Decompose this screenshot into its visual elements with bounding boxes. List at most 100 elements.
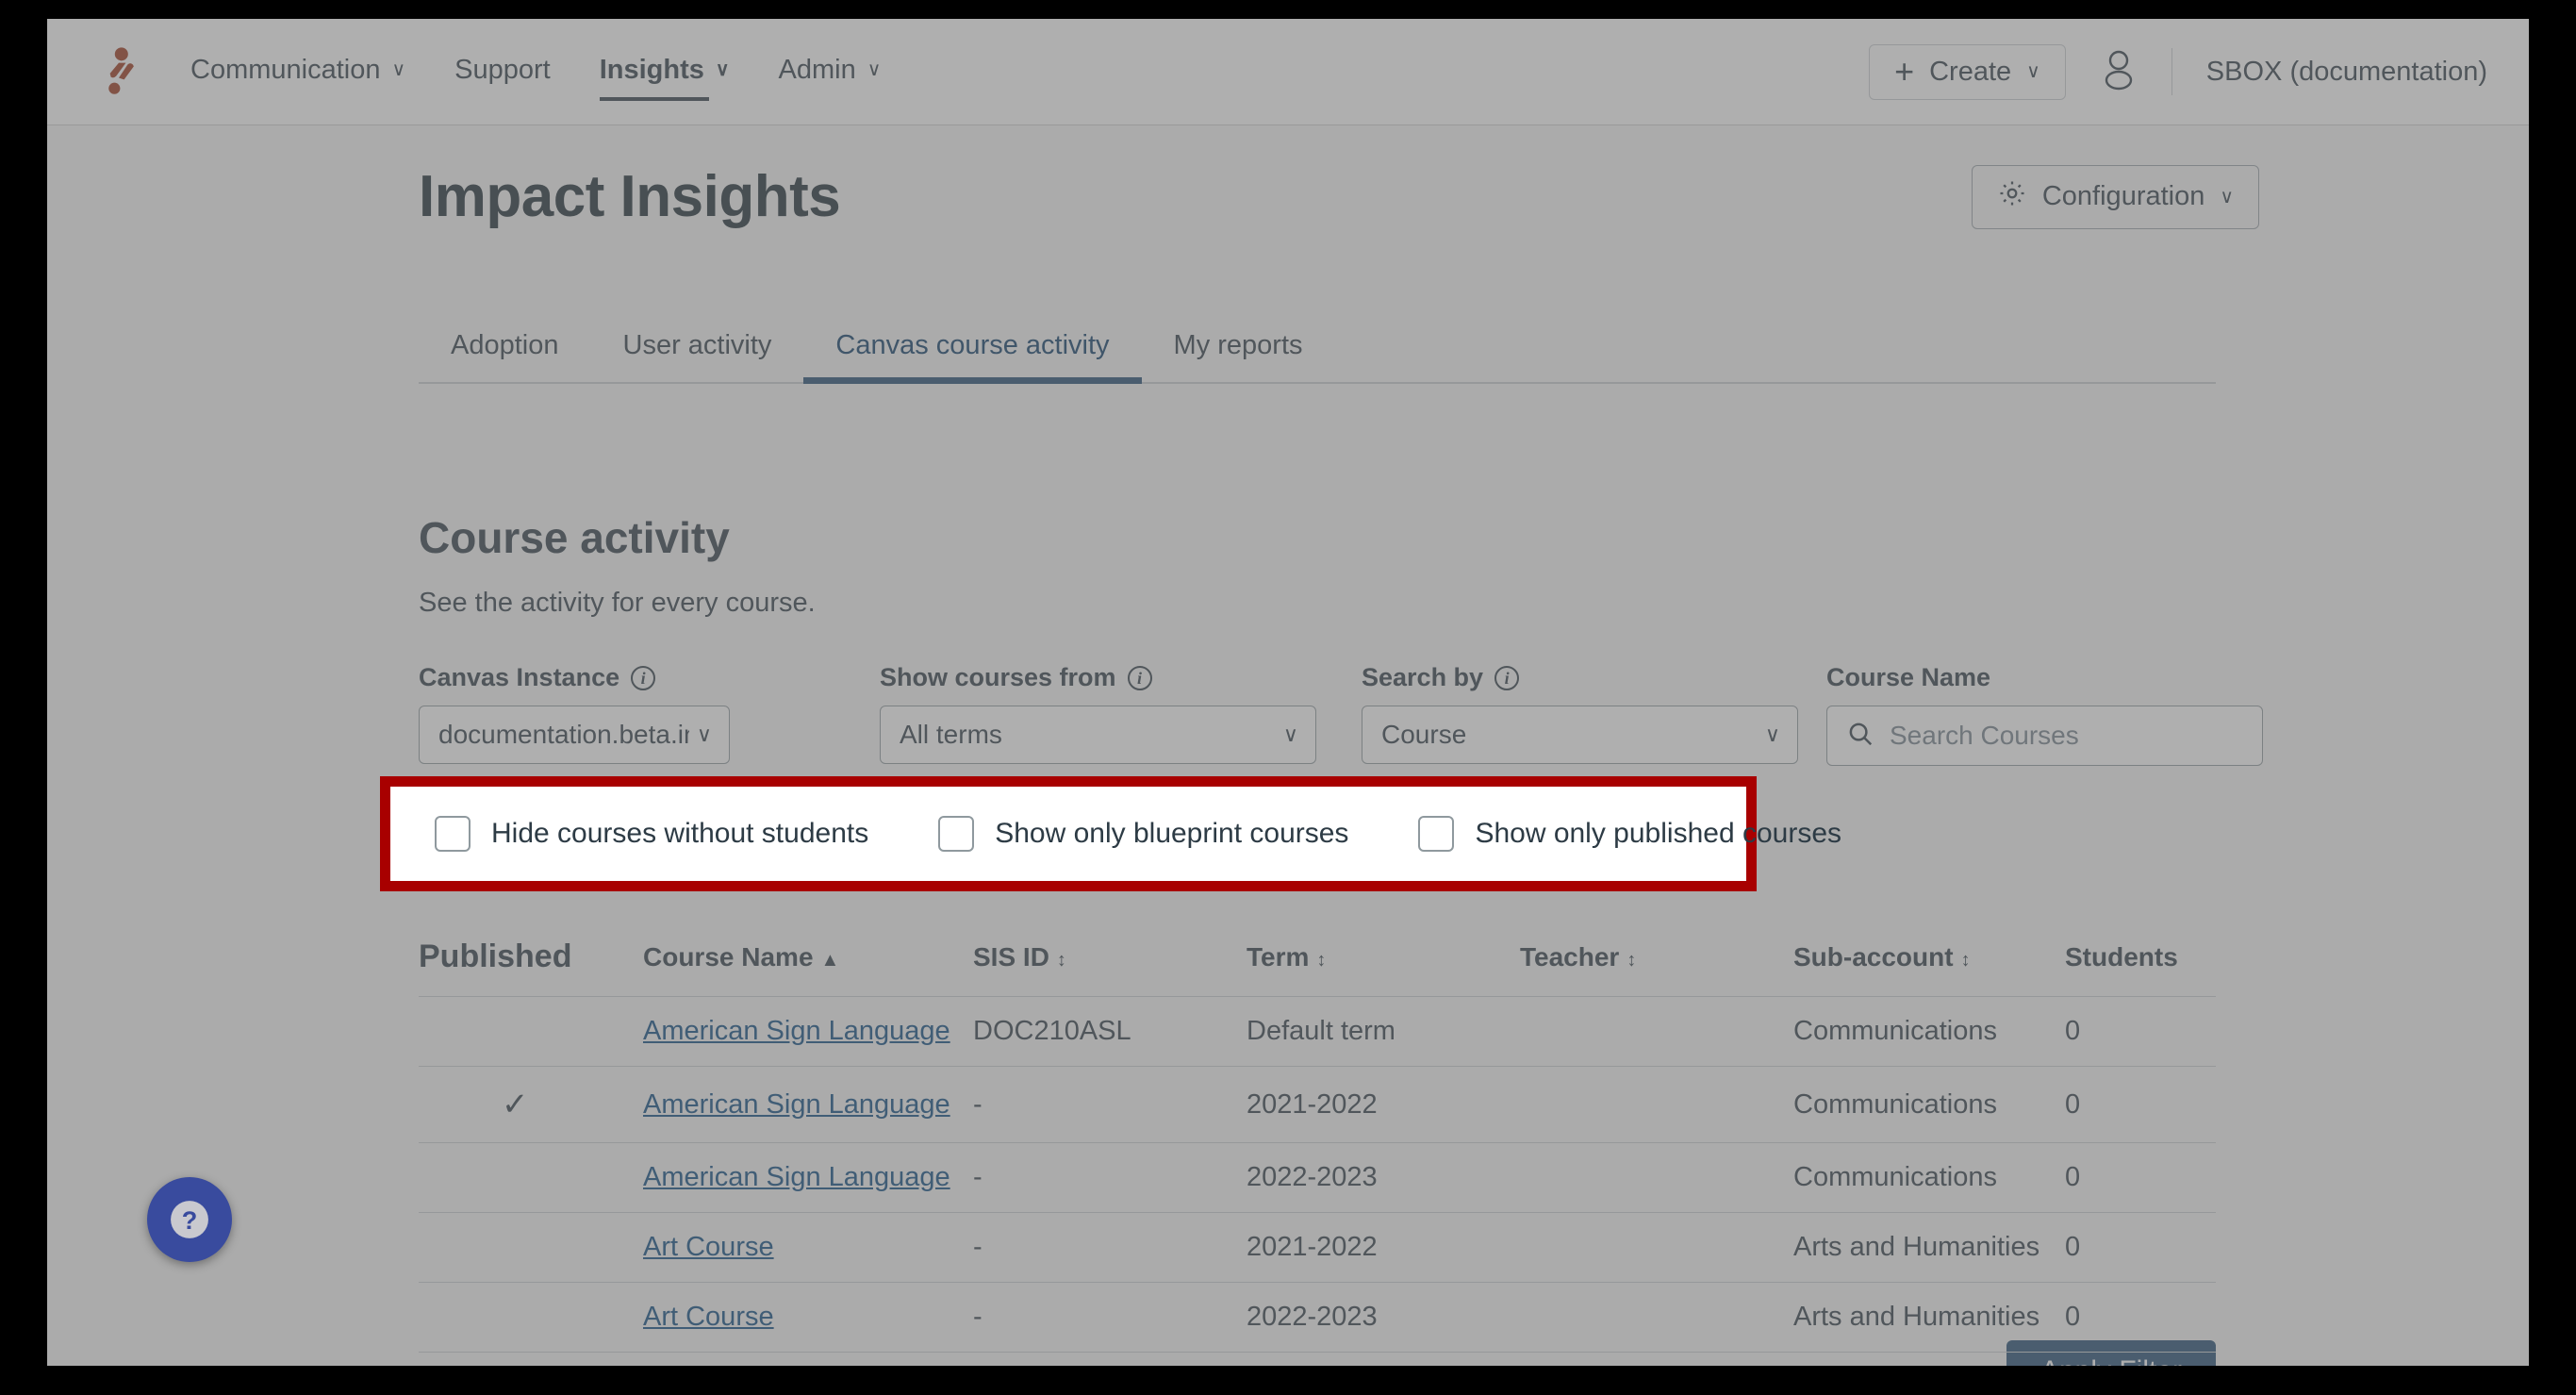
table-row: American Sign Language DOC210ASL Default t…: [419, 996, 2216, 1067]
column-header-students[interactable]: Students: [2065, 927, 2216, 997]
sort-asc-icon[interactable]: ▲: [821, 950, 840, 971]
checkbox-label: Hide courses without students: [491, 818, 869, 849]
nav-link-insights[interactable]: Insights ∨: [599, 54, 730, 101]
show-courses-from-select[interactable]: All terms ∨: [880, 706, 1316, 764]
checkbox-box[interactable]: [1418, 816, 1455, 852]
nav-link-support[interactable]: Support: [454, 55, 551, 90]
column-header-label: Published: [419, 938, 572, 974]
canvas-instance-value: documentation.beta.instructure: [438, 720, 689, 749]
create-button[interactable]: + Create ∨: [1869, 43, 2066, 100]
search-by-value: Course: [1381, 720, 1467, 749]
table-row: American Sign Language -2022-2023 Communic…: [419, 1142, 2216, 1213]
column-header-label: Sub-account: [1793, 941, 1954, 972]
table-row: Art Course -2021-2022 Arts and Humanities 0: [419, 1212, 2216, 1283]
search-by-select[interactable]: Course ∨: [1362, 706, 1798, 764]
canvas-instance-field: Canvas Instance i documentation.beta.ins…: [419, 663, 730, 764]
checkbox-box[interactable]: [435, 816, 471, 852]
cell-published: [419, 1282, 643, 1353]
search-by-label-row: Search by i: [1362, 663, 1798, 692]
checkbox-show-only-blueprint-courses[interactable]: Show only blueprint courses: [938, 816, 1348, 852]
instructure-logo-svg: [108, 47, 134, 94]
cell-teacher: [1520, 1066, 1793, 1143]
course-name-link[interactable]: American Sign Language: [643, 1162, 950, 1192]
column-header-published[interactable]: Published: [419, 927, 643, 997]
section-subtitle: See the activity for every course.: [419, 588, 816, 618]
column-header-label: Course Name: [643, 941, 814, 972]
table-body: American Sign Language DOC210ASL Default t…: [419, 996, 2216, 1366]
info-icon[interactable]: i: [1494, 665, 1520, 690]
insights-tabs: Adoption User activity Canvas course act…: [419, 305, 2216, 384]
gear-svg: [2000, 180, 2024, 206]
cell-course-name: American Sign Language: [643, 1066, 973, 1143]
nav-link-admin[interactable]: Admin ∨: [779, 55, 882, 90]
cell-sis-id: -: [973, 1142, 1247, 1213]
sort-icon[interactable]: ↕: [1627, 950, 1636, 971]
nav-link-label: Insights: [599, 54, 704, 85]
published-check-icon: ✓: [502, 1087, 529, 1122]
column-header-sis-id[interactable]: SIS ID ↕: [973, 927, 1247, 997]
column-header-course-name[interactable]: Course Name ▲: [643, 927, 973, 997]
tab-my-reports[interactable]: My reports: [1142, 330, 1335, 382]
search-by-label: Search by: [1362, 663, 1484, 691]
help-button[interactable]: ?: [147, 1177, 232, 1262]
cell-sub-account: Communications: [1793, 996, 2065, 1067]
checkbox-hide-courses-without-students[interactable]: Hide courses without students: [435, 816, 868, 852]
course-name-label-row: Course Name: [1826, 663, 2263, 692]
course-name-link[interactable]: American Sign Language: [643, 1089, 950, 1120]
cell-term: 2021-2022: [1247, 1212, 1520, 1283]
search-by-field: Search by i Course ∨: [1362, 663, 1798, 764]
column-header-sub-account[interactable]: Sub-account ↕: [1793, 927, 2065, 997]
canvas-instance-select[interactable]: documentation.beta.instructure ∨: [419, 706, 730, 764]
tab-user-activity[interactable]: User activity: [591, 330, 804, 382]
tab-canvas-course-activity[interactable]: Canvas course activity: [803, 330, 1142, 384]
info-icon[interactable]: i: [631, 665, 656, 690]
user-avatar-icon[interactable]: [2100, 49, 2138, 95]
course-name-link[interactable]: American Sign Language: [643, 1016, 950, 1046]
sort-icon[interactable]: ↕: [1057, 950, 1066, 971]
create-button-label: Create: [1929, 56, 2012, 87]
instructure-logo-icon[interactable]: [47, 45, 190, 98]
chevron-down-icon: ∨: [1764, 722, 1780, 746]
cell-sub-account: Arts and Humanities: [1793, 1212, 2065, 1283]
cell-sis-id: DOC210ASL: [973, 996, 1247, 1067]
column-header-term[interactable]: Term ↕: [1247, 927, 1520, 997]
cell-term: 2022-2023: [1247, 1282, 1520, 1353]
checkbox-label: Show only blueprint courses: [995, 818, 1349, 849]
plus-icon: +: [1894, 52, 1915, 91]
checkbox-box[interactable]: [938, 816, 975, 852]
show-courses-from-field: Show courses from i All terms ∨: [880, 663, 1316, 764]
cell-students: 0: [2065, 1282, 2216, 1353]
sort-icon[interactable]: ↕: [1316, 950, 1326, 971]
cell-teacher: [1520, 1142, 1793, 1213]
search-input[interactable]: [1890, 721, 2243, 751]
cell-sis-id: DOC101ART: [973, 1352, 1247, 1366]
info-icon[interactable]: i: [1127, 665, 1152, 690]
course-name-link[interactable]: Art Course: [643, 1232, 774, 1262]
cell-course-name: American Sign Language: [643, 996, 973, 1067]
checkbox-show-only-published-courses[interactable]: Show only published courses: [1418, 816, 1841, 852]
cell-published: ✓: [419, 1066, 643, 1143]
column-header-teacher[interactable]: Teacher ↕: [1520, 927, 1793, 997]
cell-published: [419, 1212, 643, 1283]
chevron-down-icon: ∨: [1282, 722, 1298, 746]
section-title: Course activity: [419, 513, 730, 562]
cell-sub-account: Communications: [1793, 1142, 2065, 1213]
cell-course-name: American Sign Language: [643, 1142, 973, 1213]
user-avatar-svg: [2105, 50, 2132, 90]
sort-icon[interactable]: ↕: [1961, 950, 1971, 971]
course-name-link[interactable]: Art Course: [643, 1302, 774, 1332]
cell-teacher: [1520, 996, 1793, 1067]
nav-link-communication[interactable]: Communication ∨: [190, 55, 405, 90]
chevron-down-icon: ∨: [391, 59, 406, 80]
global-nav-right-cluster: + Create ∨ SBOX (documentation): [1869, 43, 2529, 100]
nav-link-label: Admin: [778, 54, 856, 85]
tab-adoption[interactable]: Adoption: [419, 330, 591, 382]
course-name-searchbox[interactable]: [1826, 706, 2263, 766]
chevron-down-icon: ∨: [2220, 186, 2234, 208]
cell-term: 2022-2023: [1247, 1142, 1520, 1213]
configuration-button[interactable]: Configuration ∨: [1971, 164, 2259, 229]
global-navigation-bar: Communication ∨ Support Insights ∨ Admin…: [47, 19, 2529, 125]
column-header-label: SIS ID: [973, 941, 1049, 972]
column-header-label: Students: [2065, 941, 2178, 972]
cell-term: Default term: [1247, 996, 1520, 1067]
